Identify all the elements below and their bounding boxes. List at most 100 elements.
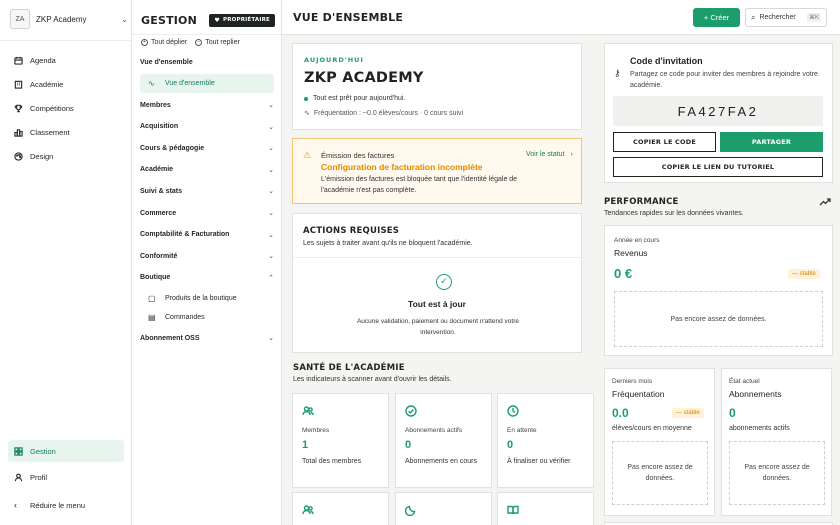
user-icon	[14, 473, 23, 481]
nav-item-orders[interactable]: ▤ Commandes	[140, 308, 274, 327]
heart-icon: ♥	[214, 16, 220, 24]
rail-item-agenda[interactable]: Agenda	[8, 51, 124, 69]
workspace-name: ZKP Academy	[36, 14, 87, 24]
share-button[interactable]: PARTAGER	[720, 132, 823, 152]
trophy-icon	[14, 104, 23, 112]
rail-nav: Agenda Académie Compétitions Classement …	[8, 51, 124, 171]
revenue-card: Année en cours Revenus 0 € — stable Pas …	[604, 225, 833, 356]
health-title: SANTÉ DE L'ACADÉMIE	[293, 363, 405, 373]
performance-subtitle: Tendances rapides sur les données vivant…	[604, 210, 744, 217]
group-label: Cours & pédagogie	[140, 144, 205, 152]
building-icon	[14, 80, 23, 89]
expand-controls: + Tout déplier − Tout replier	[141, 39, 248, 46]
frequency-text: Fréquentation : ~0.0 élèves/cours · 0 co…	[313, 109, 464, 117]
chevron-down-icon: ⌄	[268, 231, 274, 239]
rail-item-label: Académie	[30, 79, 64, 89]
all-clear-subtitle: Aucune validation, paiement ou document …	[356, 318, 520, 336]
rail-item-competitions[interactable]: Compétitions	[8, 99, 124, 117]
group-label: Acquisition	[140, 123, 179, 131]
stat-label: Membres	[302, 427, 330, 434]
group-boutique[interactable]: Boutique ⌃	[140, 270, 274, 285]
rail-item-academie[interactable]: Académie	[8, 75, 124, 93]
stat-card-partial[interactable]	[395, 492, 492, 525]
stat-caption: Abonnements en cours	[405, 458, 477, 465]
chevron-down-icon: ⌄	[268, 253, 274, 261]
members-icon	[302, 406, 314, 416]
stat-card-members[interactable]: Membres 1 Total des membres	[292, 393, 389, 488]
academy-title: ZKP ACADEMY	[304, 70, 424, 86]
group-commerce[interactable]: Commerce ⌄	[140, 206, 274, 221]
shortcut-hint: ⌘K	[806, 13, 821, 22]
create-button[interactable]: + Créer	[693, 8, 740, 27]
copy-code-button[interactable]: COPIER LE CODE	[613, 132, 716, 152]
section-nav-list: Vue d'ensemble ∿ Vue d'ensemble Membres ⌄…	[140, 55, 274, 353]
rail-item-gestion[interactable]: Gestion	[8, 440, 124, 462]
book-icon	[507, 505, 519, 515]
group-academie[interactable]: Académie ⌄	[140, 162, 274, 177]
stat-label: Abonnements actifs	[405, 427, 463, 434]
stat-card-subscriptions[interactable]: Abonnements actifs 0 Abonnements en cour…	[395, 393, 492, 488]
divider	[293, 257, 581, 258]
stat-value: 1	[302, 439, 309, 451]
search-button[interactable]: ⌕ Rechercher ⌘K	[745, 8, 827, 27]
rail-item-design[interactable]: Design	[8, 147, 124, 165]
group-suivi[interactable]: Suivi & stats ⌄	[140, 184, 274, 199]
invite-card: ⚷ Code d'invitation Partagez ce code pou…	[604, 43, 833, 183]
empty-state: Pas encore assez de données.	[729, 441, 825, 505]
expand-all-button[interactable]: + Tout déplier	[141, 39, 187, 46]
stat-card-pending[interactable]: En attente 0 À finaliser ou vérifier	[497, 393, 594, 488]
billing-warning: ⚠ Émission des factures Configuration de…	[292, 138, 582, 204]
group-overview[interactable]: Vue d'ensemble	[140, 55, 274, 70]
group-membres[interactable]: Membres ⌄	[140, 98, 274, 113]
trend-icon[interactable]	[819, 197, 831, 207]
minus-circle-icon: −	[195, 39, 203, 46]
workspace-switcher[interactable]: ZA ZKP Academy ⌄	[10, 8, 128, 30]
rail-item-label: Compétitions	[30, 103, 74, 113]
trend-badge: — stable	[672, 408, 704, 418]
group-label: Membres	[140, 101, 171, 109]
collapse-all-button[interactable]: − Tout replier	[195, 39, 240, 46]
group-conformite[interactable]: Conformité ⌄	[140, 249, 274, 264]
moon-icon	[405, 505, 416, 516]
rail-item-profil[interactable]: Profil	[8, 468, 124, 486]
palette-icon	[14, 151, 23, 161]
divider	[132, 34, 281, 35]
nav-item-shop-products[interactable]: ▢ Produits de la boutique	[140, 289, 274, 308]
invite-code: FA427FA2	[613, 96, 823, 126]
group-label: Suivi & stats	[140, 187, 183, 195]
nav-item-label: Produits de la boutique	[165, 294, 237, 302]
collapse-menu-button[interactable]: ‹ Réduire le menu	[8, 496, 124, 514]
group-label: Comptabilité & Facturation	[140, 231, 230, 239]
pulse-icon: ∿	[148, 78, 155, 88]
today-card: AUJOURD'HUI ZKP ACADEMY Tout est prêt po…	[292, 43, 582, 130]
chevron-down-icon: ⌄	[268, 102, 274, 110]
rail-item-label: Profil	[30, 472, 48, 482]
revenue-title: Revenus	[614, 248, 648, 258]
actions-title: ACTIONS REQUISES	[303, 226, 400, 236]
stat-value: 0	[507, 439, 514, 451]
health-subtitle: Les indicateurs à scanner avant d'ouvrir…	[293, 376, 452, 383]
check-circle-icon: ✓	[436, 274, 452, 290]
view-status-link[interactable]: Voir le statut ›	[526, 151, 573, 158]
nav-item-label: Vue d'ensemble	[165, 79, 215, 87]
rail-item-classement[interactable]: Classement	[8, 123, 124, 141]
pulse-icon: ∿	[304, 110, 310, 117]
nav-item-overview[interactable]: ∿ Vue d'ensemble	[140, 73, 274, 93]
stat-card-partial[interactable]	[292, 492, 389, 525]
stat-card-partial[interactable]	[497, 492, 594, 525]
status-dot	[304, 96, 308, 101]
group-comptabilite[interactable]: Comptabilité & Facturation ⌄	[140, 227, 274, 242]
search-label: Rechercher	[759, 14, 796, 21]
group-acquisition[interactable]: Acquisition ⌄	[140, 119, 274, 134]
stat-value: 0	[405, 439, 412, 451]
members-icon	[302, 505, 314, 515]
section-sidebar: GESTION ♥ PROPRIÉTAIRE + Tout déplier − …	[132, 0, 282, 525]
invite-title: Code d'invitation	[630, 56, 703, 66]
copy-tutorial-link-button[interactable]: COPIER LE LIEN DU TUTORIEL	[613, 157, 823, 177]
status-line: Tout est prêt pour aujourd'hui.	[304, 95, 405, 102]
chart-icon	[14, 128, 23, 137]
group-cours[interactable]: Cours & pédagogie ⌄	[140, 141, 274, 156]
app-rail: ZA ZKP Academy ⌄ Agenda Académie Compéti…	[0, 0, 132, 525]
rail-item-label: Agenda	[30, 55, 56, 65]
group-oss[interactable]: Abonnement OSS ⌄	[140, 331, 274, 346]
